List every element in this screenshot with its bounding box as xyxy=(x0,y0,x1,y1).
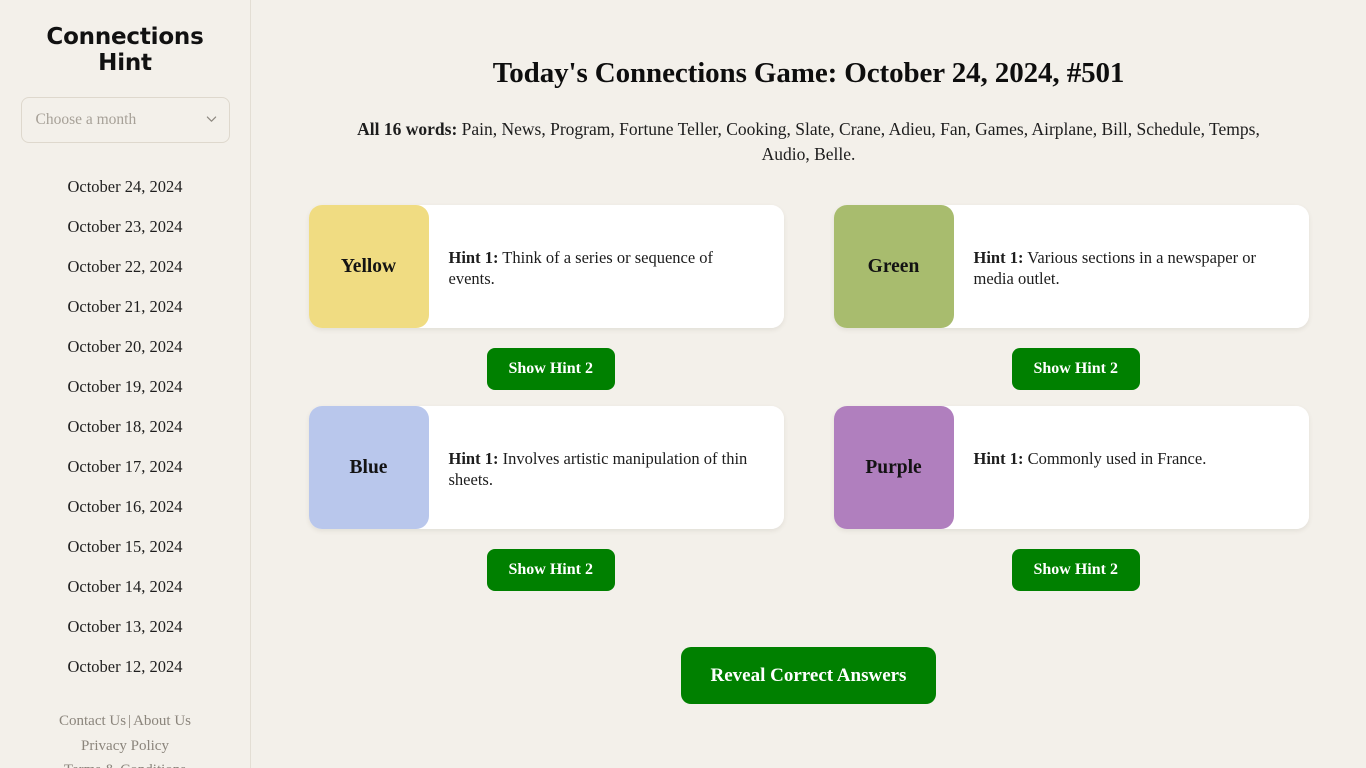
hint-card-blue: Blue Hint 1: Involves artistic manipulat… xyxy=(308,406,784,529)
month-select[interactable]: Choose a month xyxy=(20,97,230,143)
date-list: October 24, 2024 October 23, 2024 Octobe… xyxy=(20,167,230,687)
hint-label-purple: Hint 1: xyxy=(973,449,1024,468)
hint-button-row-green: Show Hint 2 xyxy=(834,348,1309,390)
sidebar-footer: Contact Us|About Us Privacy Policy Terms… xyxy=(20,709,230,768)
date-list-item[interactable]: October 12, 2024 xyxy=(20,647,230,687)
date-list-item[interactable]: October 18, 2024 xyxy=(20,407,230,447)
show-hint-2-button-green[interactable]: Show Hint 2 xyxy=(1011,348,1140,390)
date-list-item[interactable]: October 24, 2024 xyxy=(20,167,230,207)
hint-button-row-yellow: Show Hint 2 xyxy=(309,348,784,390)
hint-text-purple: Commonly used in France. xyxy=(1023,449,1207,468)
show-hint-2-button-purple[interactable]: Show Hint 2 xyxy=(1011,549,1140,591)
hint-button-row-blue: Show Hint 2 xyxy=(309,549,784,591)
reveal-correct-answers-button[interactable]: Reveal Correct Answers xyxy=(680,647,937,704)
date-list-item[interactable]: October 19, 2024 xyxy=(20,367,230,407)
about-us-link[interactable]: About Us xyxy=(133,713,191,729)
hint-body-blue: Hint 1: Involves artistic manipulation o… xyxy=(428,406,784,529)
all-words-label: All 16 words: xyxy=(357,119,458,139)
privacy-policy-link[interactable]: Privacy Policy xyxy=(81,738,169,754)
footer-row-terms: Terms & Conditions xyxy=(20,758,230,768)
hint-card-cell-purple: Purple Hint 1: Commonly used in France. … xyxy=(833,406,1309,591)
reveal-answers-row: Reveal Correct Answers xyxy=(306,647,1311,704)
date-list-item[interactable]: October 15, 2024 xyxy=(20,527,230,567)
month-select-wrapper[interactable]: Choose a month xyxy=(20,97,230,143)
hint-body-yellow: Hint 1: Think of a series or sequence of… xyxy=(428,205,784,328)
hint-button-row-purple: Show Hint 2 xyxy=(834,549,1309,591)
sidebar-title: Connections Hint xyxy=(46,24,204,76)
date-list-item[interactable]: October 23, 2024 xyxy=(20,207,230,247)
group-color-block-green: Green xyxy=(833,205,954,328)
date-list-item[interactable]: October 13, 2024 xyxy=(20,607,230,647)
sidebar: Connections Hint Choose a month October … xyxy=(0,0,251,768)
contact-us-link[interactable]: Contact Us xyxy=(59,713,126,729)
hint-card-cell-green: Green Hint 1: Various sections in a news… xyxy=(833,205,1309,390)
footer-row-primary: Contact Us | About Us xyxy=(20,709,230,734)
hint-card-yellow: Yellow Hint 1: Think of a series or sequ… xyxy=(308,205,784,328)
main-content: Today's Connections Game: October 24, 20… xyxy=(251,0,1366,768)
date-list-item[interactable]: October 21, 2024 xyxy=(20,287,230,327)
date-list-item[interactable]: October 22, 2024 xyxy=(20,247,230,287)
hint-label-green: Hint 1: xyxy=(973,248,1024,267)
group-color-block-purple: Purple xyxy=(833,406,954,529)
group-color-block-blue: Blue xyxy=(308,406,429,529)
hint-body-green: Hint 1: Various sections in a newspaper … xyxy=(953,205,1309,328)
hint-card-green: Green Hint 1: Various sections in a news… xyxy=(833,205,1309,328)
date-list-item[interactable]: October 16, 2024 xyxy=(20,487,230,527)
hint-label-yellow: Hint 1: xyxy=(448,248,499,267)
date-list-item[interactable]: October 20, 2024 xyxy=(20,327,230,367)
hint-card-purple: Purple Hint 1: Commonly used in France. xyxy=(833,406,1309,529)
terms-conditions-link[interactable]: Terms & Conditions xyxy=(64,762,186,768)
show-hint-2-button-blue[interactable]: Show Hint 2 xyxy=(486,549,615,591)
hint-card-cell-blue: Blue Hint 1: Involves artistic manipulat… xyxy=(308,406,784,591)
footer-row-privacy: Privacy Policy xyxy=(20,734,230,759)
hint-card-cell-yellow: Yellow Hint 1: Think of a series or sequ… xyxy=(308,205,784,390)
hint-cards-grid: Yellow Hint 1: Think of a series or sequ… xyxy=(306,205,1311,591)
all-words-line: All 16 words: Pain, News, Program, Fortu… xyxy=(334,117,1284,167)
hint-label-blue: Hint 1: xyxy=(448,449,499,468)
group-color-block-yellow: Yellow xyxy=(308,205,429,328)
page-title: Today's Connections Game: October 24, 20… xyxy=(492,57,1125,89)
show-hint-2-button-yellow[interactable]: Show Hint 2 xyxy=(486,348,615,390)
date-list-item[interactable]: October 17, 2024 xyxy=(20,447,230,487)
hint-body-purple: Hint 1: Commonly used in France. xyxy=(953,406,1309,529)
all-words-list: Pain, News, Program, Fortune Teller, Coo… xyxy=(457,119,1260,164)
date-list-item[interactable]: October 14, 2024 xyxy=(20,567,230,607)
